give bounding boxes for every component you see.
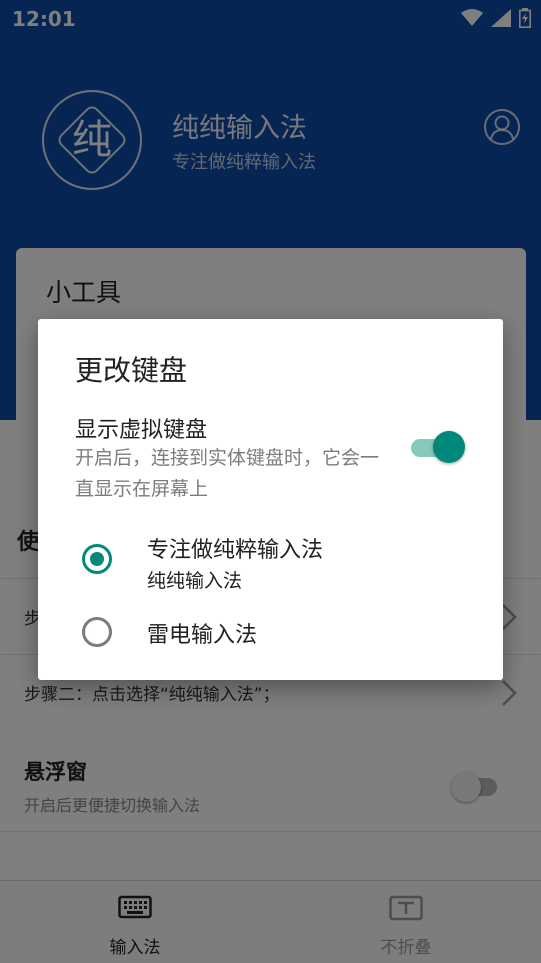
option-label: 雷电输入法 (147, 623, 258, 648)
radio-selected-icon[interactable] (82, 544, 112, 574)
switch-thumb (433, 431, 465, 463)
virtual-keyboard-switch[interactable] (409, 431, 465, 463)
change-keyboard-dialog: 更改键盘 显示虚拟键盘 开启后，连接到实体键盘时，它会一直显示在屏幕上 专注做纯… (38, 319, 503, 680)
virtual-keyboard-description: 开启后，连接到实体键盘时，它会一直显示在屏幕上 (75, 447, 380, 500)
virtual-keyboard-label: 显示虚拟键盘 (75, 418, 208, 443)
keyboard-option-leidian[interactable]: 雷电输入法 (38, 605, 503, 659)
keyboard-option-chunchun[interactable]: 专注做纯粹输入法 纯纯输入法 (38, 524, 503, 598)
radio-unselected-icon[interactable] (82, 617, 112, 647)
dialog-title: 更改键盘 (75, 354, 188, 387)
option-sublabel: 纯纯输入法 (147, 570, 243, 592)
option-label: 专注做纯粹输入法 (147, 538, 324, 563)
